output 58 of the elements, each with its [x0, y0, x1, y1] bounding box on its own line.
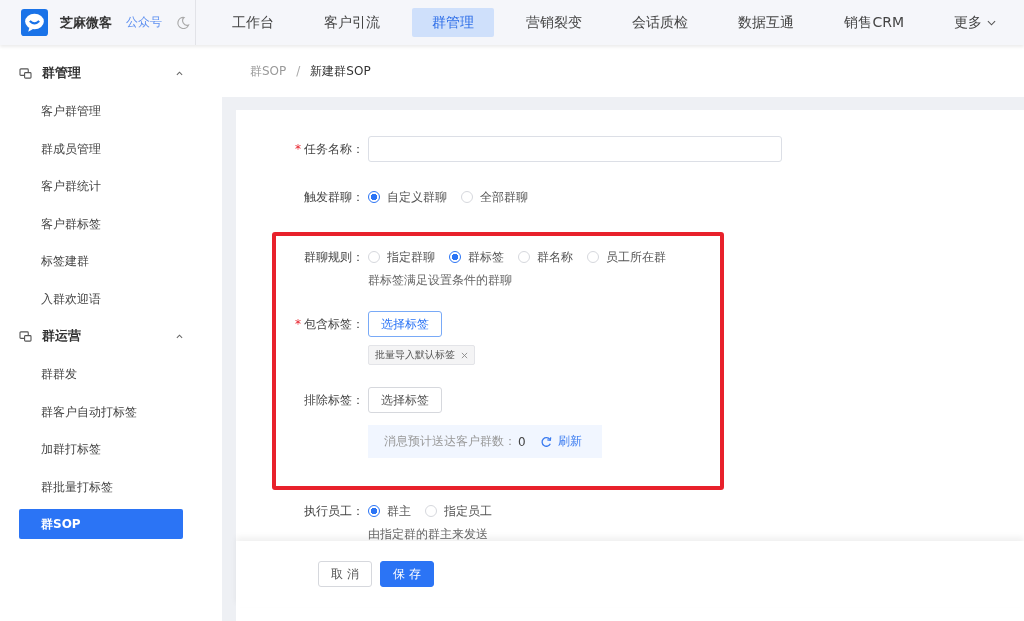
sidebar-item[interactable]: 标签建群	[19, 246, 183, 276]
refresh-link[interactable]: 刷新	[539, 433, 582, 450]
sidebar-item[interactable]: 客户群标签	[19, 208, 183, 239]
sidebar-item[interactable]: 客户群管理	[19, 96, 183, 126]
more-menu[interactable]: 更多	[936, 8, 1014, 37]
sidebar-item[interactable]: 群成员管理	[19, 133, 183, 164]
logo-icon	[21, 9, 48, 36]
radio-option[interactable]: 群主	[368, 502, 411, 520]
refresh-icon	[539, 435, 552, 448]
moon-icon[interactable]	[176, 15, 190, 30]
sidebar-item[interactable]: 加群打标签	[19, 434, 183, 464]
radio-option[interactable]: 群名称	[518, 248, 573, 266]
save-button[interactable]: 保 存	[379, 561, 434, 587]
select-tags-button[interactable]: 选择标签	[368, 311, 442, 337]
sidebar-group[interactable]: 群管理	[0, 58, 183, 88]
cancel-button[interactable]: 取 消	[318, 561, 372, 587]
field-label: 执行员工：	[304, 504, 364, 518]
nav-tab[interactable]: 客户引流	[306, 8, 399, 37]
radio-option[interactable]: 指定员工	[425, 502, 492, 520]
close-icon[interactable]	[461, 351, 468, 359]
sidebar-item[interactable]: 群客户自动打标签	[19, 396, 183, 427]
nav-tab[interactable]: 营销裂变	[508, 8, 601, 37]
breadcrumb-separator: /	[296, 64, 301, 78]
hint-text: 由指定群的群主来发送	[368, 526, 489, 543]
nav-tab[interactable]: 数据互通	[720, 8, 813, 37]
hint-text: 群标签满足设置条件的群聊	[368, 272, 513, 289]
brand-name: 芝麻微客	[60, 13, 112, 32]
radio-option[interactable]: 群标签	[449, 248, 504, 266]
required-mark: *	[295, 142, 301, 156]
tag-label: 批量导入默认标签	[375, 348, 455, 362]
sidebar-item[interactable]: 群群发	[19, 359, 183, 389]
nav-tab[interactable]: 销售CRM	[826, 8, 922, 37]
sidebar-group[interactable]: 群运营	[0, 321, 183, 351]
field-label: 任务名称：	[304, 142, 364, 156]
sidebar-item[interactable]: 群批量打标签	[19, 471, 183, 502]
nav-tab[interactable]: 会话质检	[614, 8, 707, 37]
field-label: 排除标签：	[304, 393, 364, 407]
required-mark: *	[295, 317, 301, 331]
radio-option[interactable]: 员工所在群	[587, 248, 666, 266]
select-tags-button[interactable]: 选择标签	[368, 387, 442, 413]
breadcrumb-current: 新建群SOP	[310, 62, 371, 80]
chat-icon	[19, 330, 32, 342]
field-label: 触发群聊：	[304, 190, 364, 204]
estimate-label: 消息预计送达客户群数：	[384, 433, 516, 450]
field-label: 包含标签：	[304, 317, 364, 331]
field-label: 群聊规则：	[304, 250, 364, 264]
estimate-count: 0	[518, 434, 526, 449]
chat-icon	[19, 67, 32, 79]
input-field[interactable]	[368, 136, 782, 162]
radio-option[interactable]: 指定群聊	[368, 248, 435, 266]
caret-icon	[987, 19, 996, 26]
sidebar-item[interactable]: 客户群统计	[19, 171, 183, 201]
nav-tab[interactable]: 工作台	[214, 8, 293, 37]
radio-option[interactable]: 自定义群聊	[368, 188, 447, 206]
radio-option[interactable]: 全部群聊	[461, 188, 528, 206]
nav-tab[interactable]: 群管理	[412, 8, 495, 37]
sidebar-item[interactable]: 群SOP	[19, 509, 183, 539]
sidebar-item[interactable]: 入群欢迎语	[19, 283, 183, 314]
